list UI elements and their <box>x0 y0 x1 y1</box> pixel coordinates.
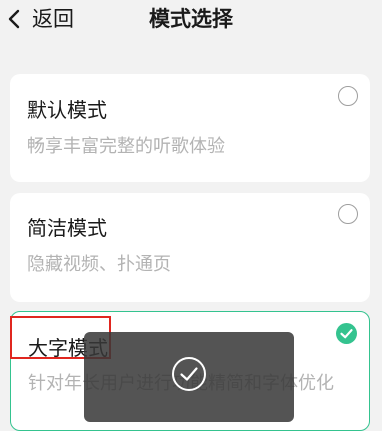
mode-title: 简洁模式 <box>27 216 107 240</box>
mode-card-simple[interactable]: 简洁模式 隐藏视频、扑通页 <box>10 193 370 302</box>
radio-unchecked[interactable] <box>338 86 358 106</box>
success-toast <box>84 332 294 422</box>
check-circle-icon <box>172 357 206 391</box>
radio-unchecked[interactable] <box>338 204 358 224</box>
nav-bar: 返回 模式选择 <box>0 0 382 44</box>
checkmark-icon <box>340 329 353 339</box>
radio-checked[interactable] <box>336 323 357 344</box>
mode-title: 默认模式 <box>27 98 107 122</box>
page-title: 模式选择 <box>149 7 233 31</box>
mode-description: 畅享丰富完整的听歌体验 <box>27 136 225 157</box>
mode-description: 隐藏视频、扑通页 <box>27 254 171 275</box>
mode-card-default[interactable]: 默认模式 畅享丰富完整的听歌体验 <box>10 74 370 182</box>
